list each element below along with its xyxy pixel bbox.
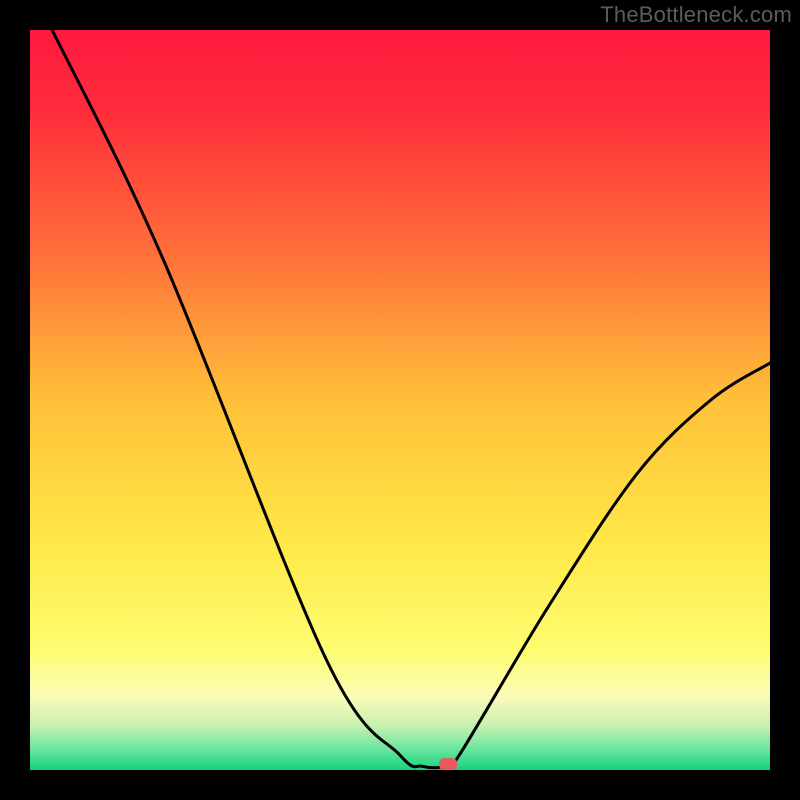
- chart-frame: TheBottleneck.com: [0, 0, 800, 800]
- optimal-marker: [439, 758, 457, 770]
- watermark-text: TheBottleneck.com: [600, 2, 792, 28]
- plot-background: [30, 30, 770, 770]
- bottleneck-chart: [0, 0, 800, 800]
